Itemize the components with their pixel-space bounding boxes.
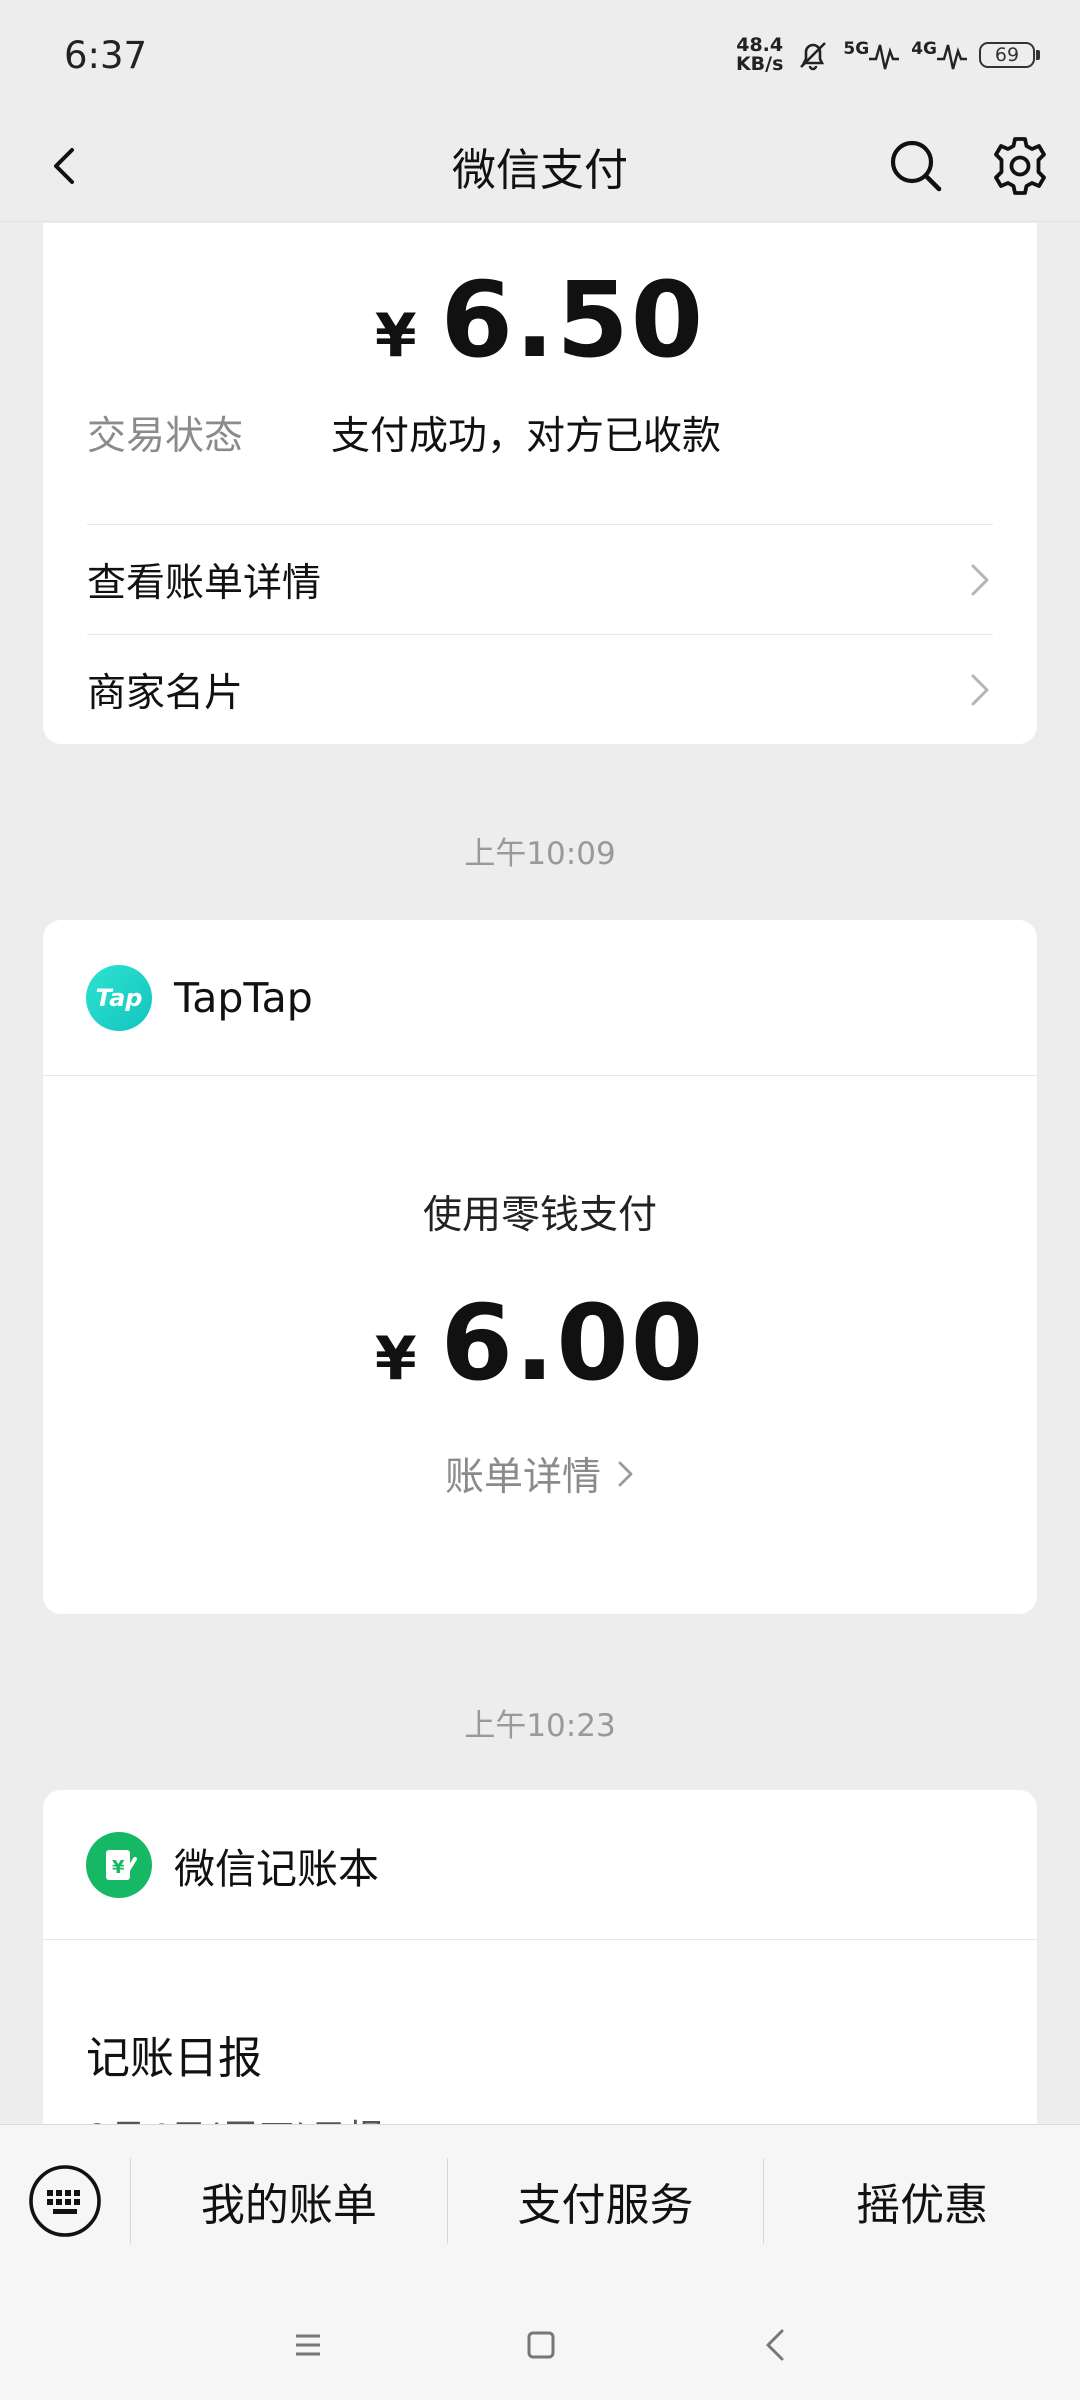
currency-symbol: ¥: [374, 301, 417, 371]
signal-wave-icon: [869, 44, 900, 70]
signal-4g-label: 4G: [911, 39, 937, 59]
bill-detail-label: 账单详情: [444, 1455, 601, 1500]
system-navigation: [0, 2295, 1080, 2385]
payment-method: 使用零钱支付: [422, 1193, 657, 1238]
keyboard-icon: [29, 2165, 101, 2237]
bill-detail-link[interactable]: 账单详情: [43, 1446, 1037, 1502]
chevron-right-icon: [971, 564, 989, 595]
amount-value: 6.00: [440, 1282, 706, 1404]
tab-my-bills[interactable]: 我的账单: [130, 2158, 447, 2244]
payment-notice-card[interactable]: Tap TapTap 使用零钱支付 ¥ 6.00 账单详情: [43, 920, 1037, 1614]
ledger-book-icon: ¥: [106, 1849, 137, 1880]
merchant-name: TapTap: [174, 973, 313, 1022]
view-bill-detail-row[interactable]: 查看账单详情: [87, 524, 993, 634]
home-square-icon[interactable]: [521, 2325, 561, 2365]
nav-actions: [884, 134, 1052, 198]
signal-5g: 5G: [843, 39, 900, 71]
merchant-card-row[interactable]: 商家名片: [87, 634, 993, 744]
tab-payment-services[interactable]: 支付服务: [446, 2158, 764, 2244]
battery-level: 69: [979, 42, 1035, 68]
merchant-header[interactable]: Tap TapTap: [43, 920, 1037, 1076]
transaction-status-label: 交易状态: [87, 414, 244, 459]
signal-5g-label: 5G: [843, 39, 870, 59]
payment-amount: ¥ 6.50: [43, 259, 1037, 381]
tab-shake-offers[interactable]: 摇优惠: [763, 2158, 1080, 2244]
chevron-right-icon: [618, 1461, 633, 1487]
daily-report-title: 记账日报: [86, 2033, 262, 2084]
search-icon[interactable]: [884, 134, 948, 198]
back-arrow-icon[interactable]: [38, 136, 98, 196]
merchant-card-label: 商家名片: [87, 670, 244, 716]
network-speed-unit: KB/s: [735, 53, 784, 75]
status-bar: 6:37 48.4 KB/s 5G 4G 69: [0, 0, 1080, 110]
status-icons: 48.4 KB/s 5G 4G 69: [736, 36, 1040, 74]
battery-cap: [1036, 50, 1040, 60]
menu-lines-icon[interactable]: [288, 2325, 328, 2365]
timestamp: 上午10:23: [464, 1708, 616, 1744]
view-bill-detail-label: 查看账单详情: [87, 560, 322, 606]
bottom-bar: 我的账单 支付服务 摇优惠: [0, 2124, 1080, 2400]
ledger-book-icon: ¥: [86, 1831, 152, 1898]
taptap-logo: Tap: [86, 964, 152, 1031]
menu-tabs: 我的账单 支付服务 摇优惠: [0, 2125, 1080, 2277]
timestamp: 上午10:09: [464, 836, 616, 872]
currency-symbol: ¥: [374, 1324, 417, 1394]
transaction-status-row: 交易状态 支付成功，对方已收款: [87, 405, 721, 461]
chevron-right-icon: [971, 674, 989, 705]
mute-bell-icon: [800, 42, 827, 71]
transaction-status-value: 支付成功，对方已收款: [331, 414, 722, 459]
payment-card: ¥ 6.50 交易状态 支付成功，对方已收款 查看账单详情 商家名片: [43, 223, 1037, 744]
payment-amount: ¥ 6.00: [43, 1282, 1037, 1404]
keyboard-toggle-button[interactable]: [0, 2125, 130, 2277]
battery-indicator: 69: [979, 42, 1040, 68]
network-speed: 48.4 KB/s: [736, 36, 783, 74]
signal-4g: 4G: [911, 39, 967, 71]
ledger-header[interactable]: ¥ 微信记账本: [43, 1790, 1037, 1940]
status-time: 6:37: [64, 33, 148, 77]
system-back-icon[interactable]: [756, 2325, 796, 2365]
page-title: 微信支付: [452, 144, 628, 196]
nav-bar: 微信支付: [0, 110, 1080, 222]
signal-wave-icon: [937, 44, 967, 70]
amount-value: 6.50: [440, 259, 706, 381]
ledger-name: 微信记账本: [174, 1844, 379, 1893]
gear-icon[interactable]: [988, 134, 1052, 198]
